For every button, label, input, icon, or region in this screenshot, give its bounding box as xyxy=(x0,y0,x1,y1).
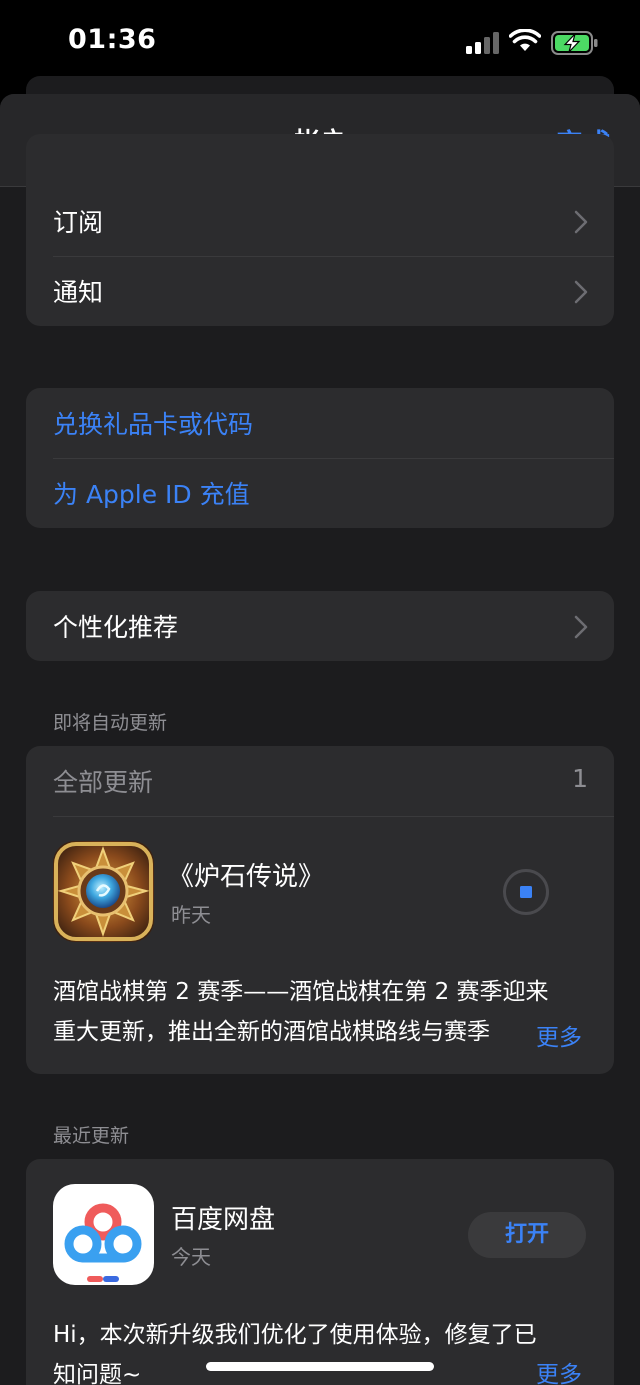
baidu-netdisk-logo-icon xyxy=(64,1203,142,1282)
release-notes-line: 重大更新，推出全新的酒馆战棋路线与赛季 xyxy=(53,1019,490,1045)
pending-update-count: 1 xyxy=(572,764,588,793)
release-notes-line: Hi，本次新升级我们优化了使用体验，修复了已 xyxy=(53,1322,537,1348)
home-indicator[interactable] xyxy=(206,1362,434,1371)
more-link[interactable]: 更多 xyxy=(526,1018,582,1052)
app-name-baidu-netdisk: 百度网盘 xyxy=(171,1205,276,1235)
upcoming-updates-card: 全部更新 1 《炉石传说》 昨天 酒馆战棋第 2 赛季——酒馆战棋在第 2 赛季… xyxy=(26,746,614,1074)
chevron-right-icon xyxy=(574,280,588,304)
personalized-recommendations-label: 个性化推荐 xyxy=(53,613,179,642)
notifications-label: 通知 xyxy=(53,278,104,307)
redeem-gift-card-link[interactable]: 兑换礼品卡或代码 xyxy=(53,405,253,441)
add-funds-link[interactable]: 为 Apple ID 充值 xyxy=(53,475,250,511)
subscriptions-row[interactable]: 订阅 xyxy=(26,186,614,256)
stop-download-button[interactable] xyxy=(502,868,550,916)
hearthstone-app-icon[interactable] xyxy=(53,841,154,942)
app-update-date: 今天 xyxy=(171,1245,211,1269)
open-app-button[interactable]: 打开 xyxy=(468,1212,586,1258)
status-time: 01:36 xyxy=(68,24,157,55)
app-update-date: 昨天 xyxy=(171,903,211,927)
hearthstone-logo-icon xyxy=(53,841,154,942)
chevron-right-icon xyxy=(574,210,588,234)
personalized-recommendations-row[interactable]: 个性化推荐 xyxy=(26,591,614,661)
release-notes-line: 酒馆战棋第 2 赛季——酒馆战棋在第 2 赛季迎来 xyxy=(53,979,549,1005)
more-link[interactable]: 更多 xyxy=(526,1355,582,1385)
account-sheet: 帐户 完成 订阅 通知 兑换礼品卡或代码 为 Apple ID 充值 个性化推荐… xyxy=(0,94,640,1385)
baidu-release-notes: Hi，本次新升级我们优化了使用体验，修复了已 知问题~ xyxy=(53,1315,593,1385)
recent-updates-header: 最近更新 xyxy=(53,1125,130,1147)
baidu-netdisk-app-icon[interactable] xyxy=(53,1184,154,1285)
redeem-gift-card-row[interactable]: 兑换礼品卡或代码 xyxy=(26,388,614,458)
hearthstone-release-notes: 酒馆战棋第 2 赛季——酒馆战棋在第 2 赛季迎来 重大更新，推出全新的酒馆战棋… xyxy=(53,972,593,1052)
chevron-right-icon xyxy=(574,615,588,639)
app-name-hearthstone: 《炉石传说》 xyxy=(168,862,325,892)
update-all-button[interactable]: 全部更新 xyxy=(53,763,153,799)
settings-group-2: 兑换礼品卡或代码 为 Apple ID 充值 xyxy=(26,388,614,528)
cellular-signal-icon xyxy=(466,32,499,54)
notifications-row[interactable]: 通知 xyxy=(26,256,614,326)
settings-group-1: 订阅 通知 xyxy=(26,134,614,326)
upcoming-updates-header: 即将自动更新 xyxy=(53,712,168,734)
wifi-icon xyxy=(509,29,541,51)
subscriptions-label: 订阅 xyxy=(53,208,104,237)
add-funds-row[interactable]: 为 Apple ID 充值 xyxy=(26,458,614,528)
battery-charging-icon xyxy=(551,31,598,55)
settings-group-3: 个性化推荐 xyxy=(26,591,614,661)
update-all-row[interactable]: 全部更新 1 xyxy=(26,746,614,816)
divider xyxy=(53,816,614,817)
recent-updates-card: 百度网盘 今天 打开 Hi，本次新升级我们优化了使用体验，修复了已 知问题~ 更… xyxy=(26,1159,614,1385)
